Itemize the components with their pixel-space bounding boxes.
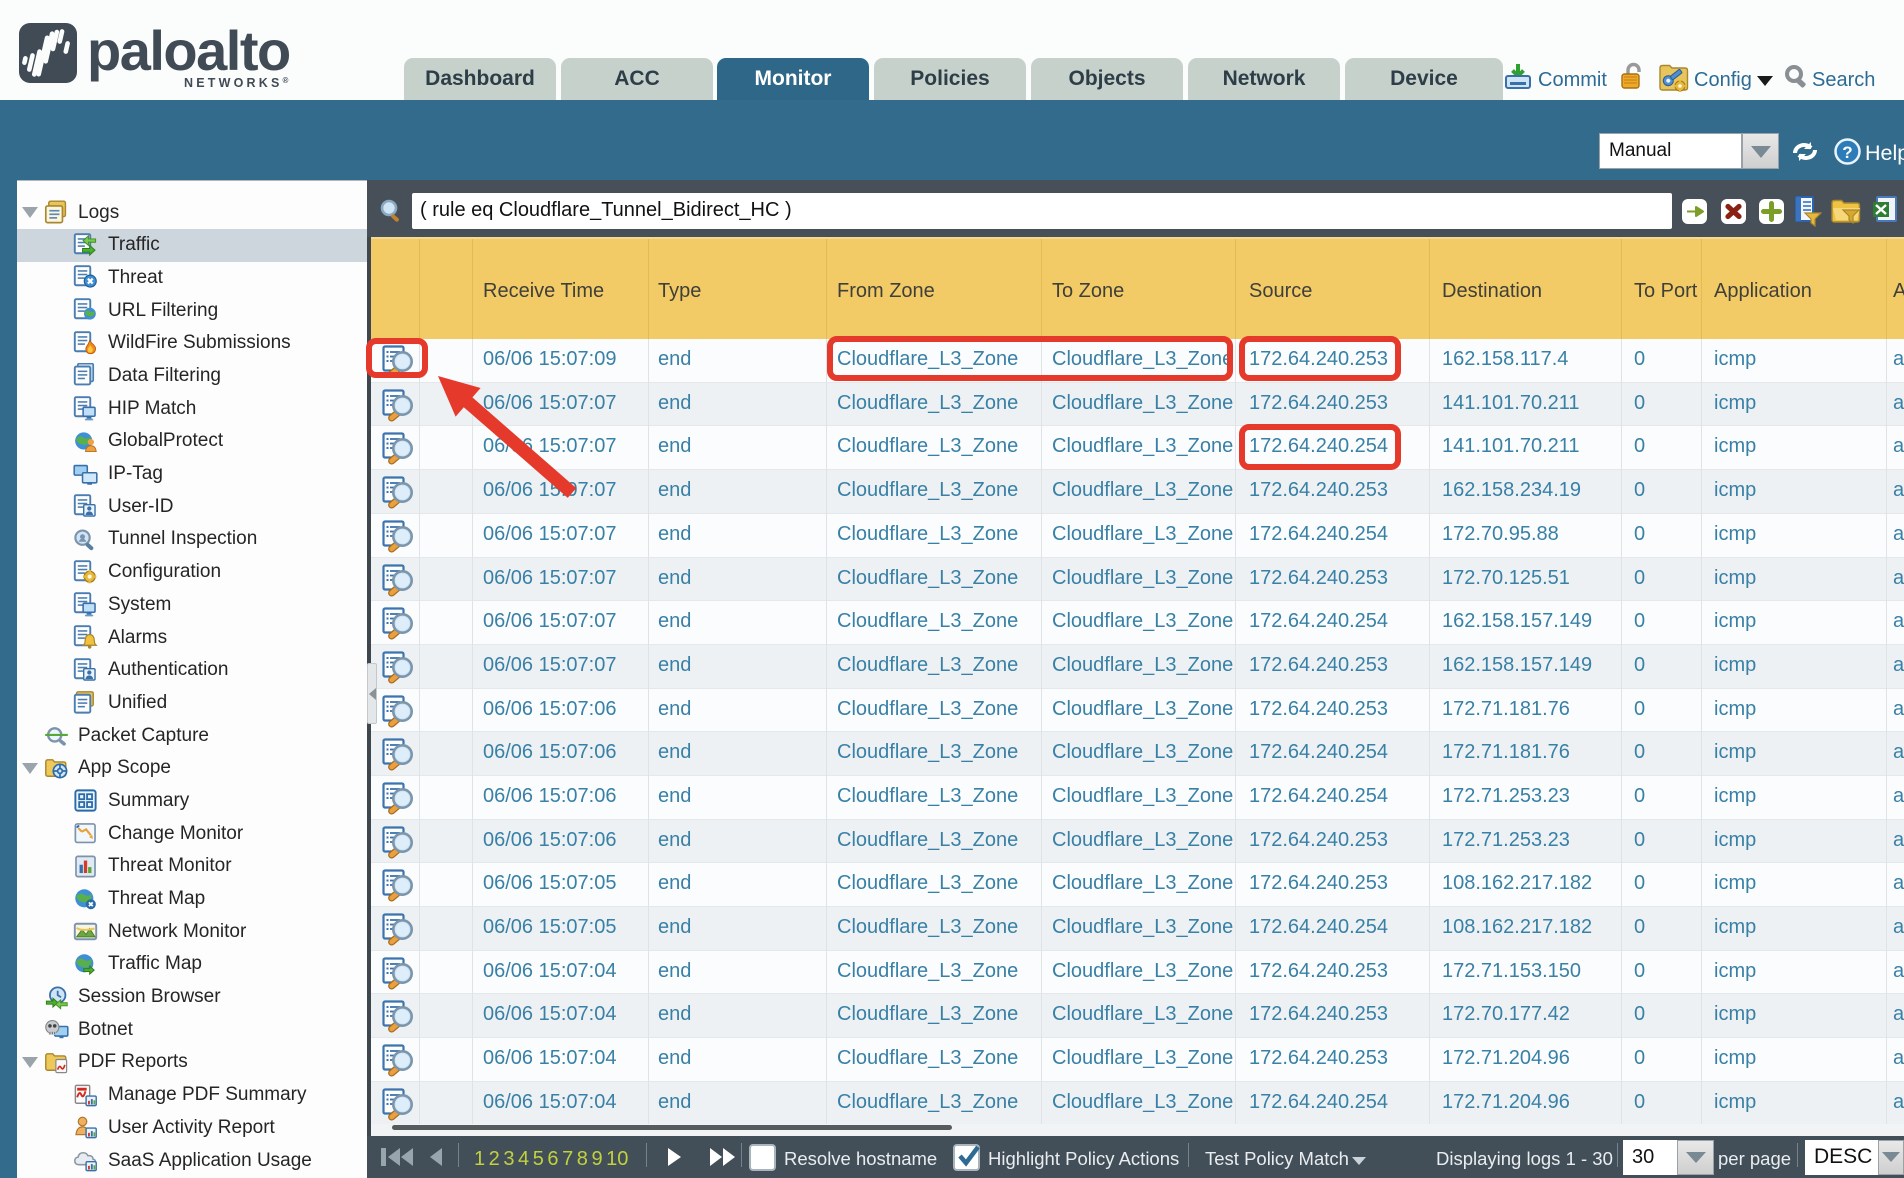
- svg-text:?: ?: [1842, 143, 1852, 162]
